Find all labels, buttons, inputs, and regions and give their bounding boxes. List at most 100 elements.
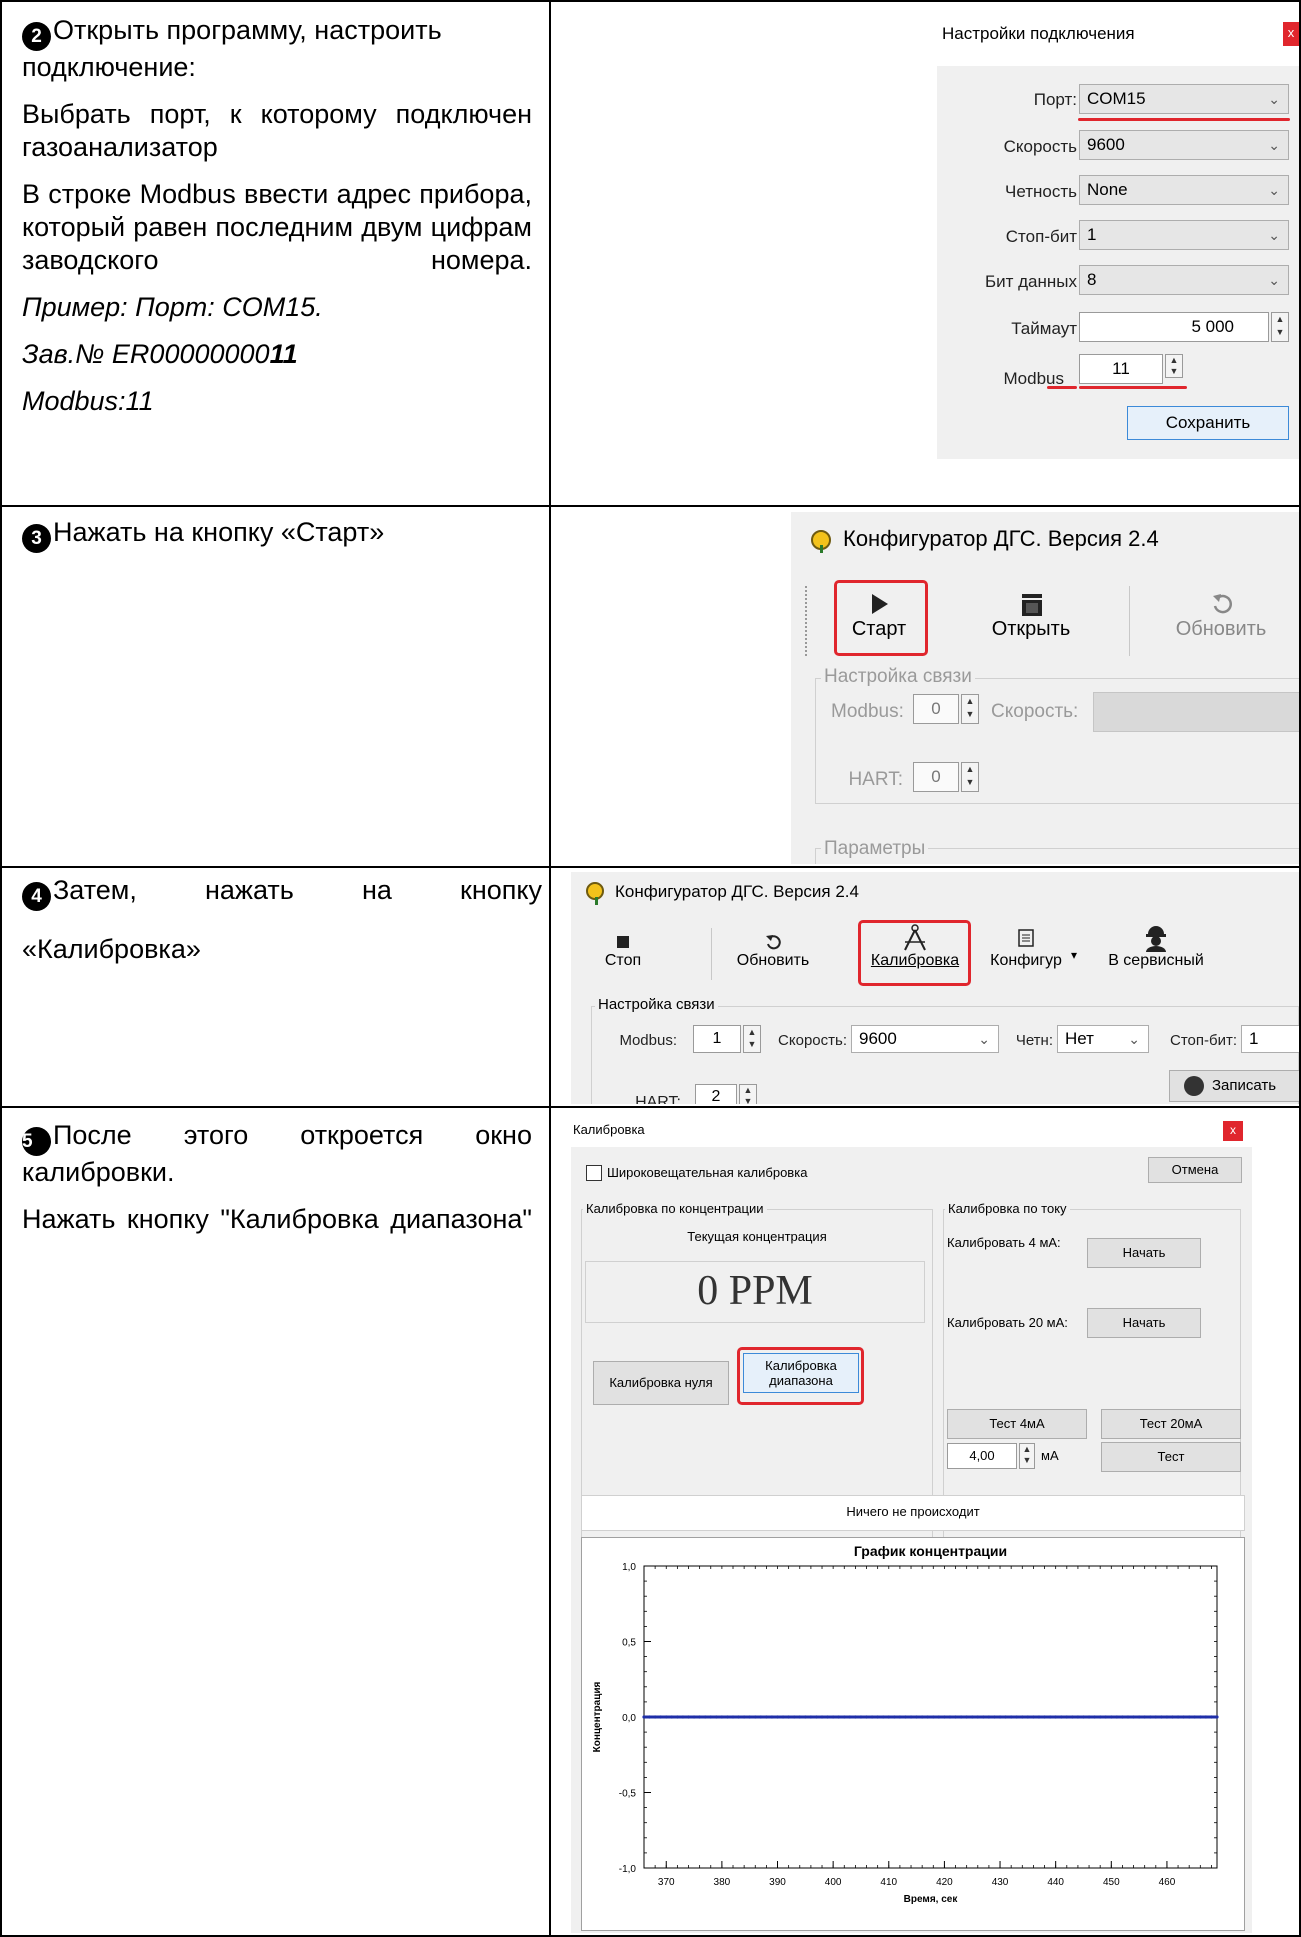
data-point [976,1715,980,1719]
databits-select[interactable]: 8 ⌄ [1079,265,1289,295]
data-point [1131,1715,1136,1719]
close-icon[interactable]: x [1223,1121,1243,1141]
data-point [647,1715,652,1719]
data-point [831,1715,835,1719]
data-point [742,1715,746,1719]
x-tick-label: 390 [769,1877,786,1888]
modbus-spinner[interactable]: ▲ ▼ [961,694,979,724]
ma-input[interactable]: 4,00 [947,1443,1017,1469]
data-point [792,1715,796,1719]
step-instruction: нажать [204,875,294,905]
configure-button[interactable]: Конфигур [981,924,1071,970]
hart-input[interactable]: 2 [695,1084,737,1104]
data-point [870,1715,874,1719]
dropdown-arrow-icon[interactable]: ▾ [1071,948,1077,962]
folder-icon [1022,594,1042,616]
speed-select[interactable]: 9600 ⌄ [851,1025,999,1053]
data-point [965,1715,969,1719]
parity-label: Четн: [1015,1032,1053,1049]
group-title: Настройка связи [595,996,718,1013]
ma-spinner[interactable]: ▲ ▼ [1019,1443,1035,1469]
step-3-text: 3 Нажать на кнопку «Старт» [22,516,532,567]
timeout-input[interactable]: 5 000 [1079,312,1269,342]
data-point [1154,1715,1158,1719]
cancel-button[interactable]: Отмена [1148,1157,1242,1183]
parity-select[interactable]: Нет ⌄ [1057,1025,1149,1053]
highlight-underline [1047,386,1077,389]
speed-select[interactable] [1093,692,1299,732]
hart-label: HART: [635,1094,681,1104]
test-20ma-button[interactable]: Тест 20мА [1101,1409,1241,1439]
chevron-down-icon: ⌄ [1128,1031,1140,1047]
data-point [842,1715,846,1719]
data-point [775,1715,780,1719]
data-point [1098,1715,1102,1719]
highlight-box [737,1347,864,1405]
y-tick-label: 0,0 [622,1713,636,1724]
title-bar [571,1113,1252,1147]
data-point [703,1715,707,1719]
stop-button[interactable]: Стоп [593,932,653,970]
step-instruction: Затем, [53,875,137,905]
chevron-down-icon: ⌄ [1268,137,1280,153]
stopbit-select[interactable]: 1 [1241,1025,1299,1053]
x-tick-label: 370 [658,1877,675,1888]
cal4-start-button[interactable]: Начать [1087,1238,1201,1268]
data-point [914,1715,919,1719]
data-point [1120,1715,1125,1719]
data-point [1176,1715,1180,1719]
port-select[interactable]: COM15 ⌄ [1079,84,1289,114]
parity-select[interactable]: None ⌄ [1079,175,1289,205]
cal20-start-button[interactable]: Начать [1087,1308,1201,1338]
broadband-checkbox[interactable] [586,1165,602,1181]
x-tick-label: 380 [714,1877,731,1888]
step-5-text: 5 После этого откроется окно калибровки. … [22,1119,532,1250]
data-point [876,1715,880,1719]
hart-input[interactable]: 0 [913,762,959,792]
modbus-spinner[interactable]: ▲ ▼ [1165,354,1183,378]
x-tick-label: 460 [1159,1877,1176,1888]
zero-calibration-button[interactable]: Калибровка нуля [593,1361,729,1405]
data-point [1054,1715,1058,1719]
hart-spinner[interactable]: ▲ ▼ [739,1084,757,1104]
test-button[interactable]: Тест [1101,1442,1241,1472]
stopbit-value: 1 [1087,225,1097,244]
step-number: 2 [22,22,51,51]
modbus-spinner[interactable]: ▲ ▼ [743,1025,761,1053]
y-tick-label: -0,5 [619,1789,637,1800]
write-label: Записать [1212,1077,1277,1094]
close-icon[interactable]: x [1283,22,1299,46]
data-point [814,1715,819,1719]
write-button[interactable]: Записать [1169,1070,1299,1102]
table-border [549,0,551,1937]
hart-label: HART: [848,769,903,790]
step-instruction: В строке Modbus ввести адрес прибора, ко… [22,179,532,275]
data-point [1020,1715,1024,1719]
modbus-input[interactable]: 1 [693,1025,741,1053]
window-title: Конфигуратор ДГС. Версия 2.4 [615,882,859,901]
data-point [903,1715,908,1719]
current-concentration-label: Текущая концентрация [687,1229,827,1244]
timeout-spinner[interactable]: ▲ ▼ [1271,312,1289,342]
data-point [1009,1715,1013,1719]
data-point [1187,1715,1191,1719]
modbus-input[interactable]: 0 [913,694,959,724]
data-point [898,1715,902,1719]
databits-label: Бит данных [984,272,1077,291]
test-4ma-button[interactable]: Тест 4мА [947,1409,1087,1439]
service-mode-button[interactable]: В сервисный [1091,924,1221,970]
refresh-button[interactable]: Обновить [1161,590,1281,641]
hart-spinner[interactable]: ▲ ▼ [961,762,979,792]
refresh-button[interactable]: Обновить [723,932,823,970]
open-button[interactable]: Открыть [981,590,1081,641]
example-line: Зав.№ ER0000000011 [22,338,532,371]
stopbit-select[interactable]: 1 ⌄ [1079,220,1289,250]
save-button[interactable]: Сохранить [1127,406,1289,440]
data-point [959,1715,963,1719]
modbus-input[interactable]: 11 [1079,354,1163,384]
data-point [1209,1715,1214,1719]
speed-select[interactable]: 9600 ⌄ [1079,130,1289,160]
table-border [0,505,1301,507]
data-point [853,1715,857,1719]
data-point [1059,1715,1063,1719]
